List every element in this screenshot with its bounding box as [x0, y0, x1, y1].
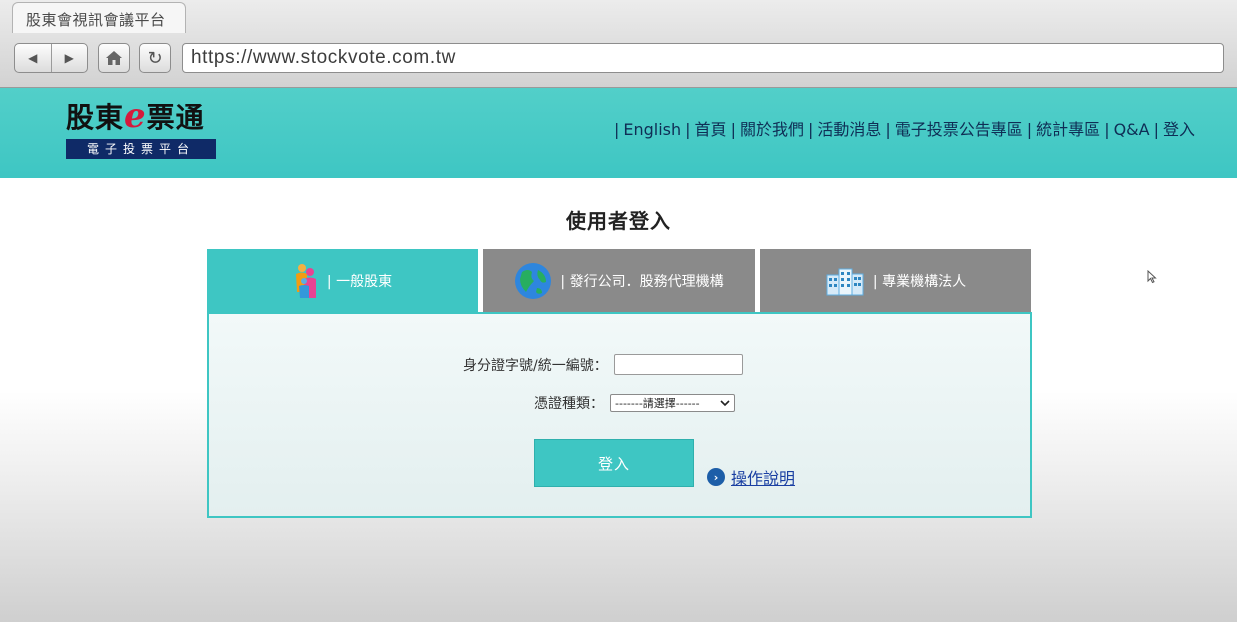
logo-text-1: 股東 [66, 101, 125, 134]
id-field-label: 身分證字號/統一編號： [463, 357, 608, 374]
browser-chrome: 股東會視訊會議平台 ◀ ▶ ↻ https://www.stockvote.co… [0, 0, 1237, 88]
tab-institutional-label: | 專業機構法人 [872, 273, 967, 290]
buildings-icon [825, 265, 865, 297]
home-icon [106, 51, 122, 65]
logo-wordmark: 股東e票通 [66, 99, 218, 134]
browser-tab-title: 股東會視訊會議平台 [26, 11, 166, 29]
login-form-panel: 身分證字號/統一編號： 憑證種類： -------請選擇------ 登入 › … [207, 312, 1032, 518]
forward-arrow-icon: ▶ [64, 51, 74, 65]
id-number-input[interactable] [613, 354, 743, 375]
nav-login[interactable]: 登入 [1163, 120, 1195, 139]
tab-issuer-agent[interactable]: | 發行公司．股務代理機構 [483, 249, 755, 312]
back-forward-group: ◀ ▶ [14, 43, 88, 73]
tab-institutional[interactable]: | 專業機構法人 [760, 249, 1031, 312]
nav-separator: | [685, 120, 691, 139]
cert-type-select[interactable]: -------請選擇------ [610, 394, 735, 412]
tab-general-label: | 一般股東 [326, 273, 393, 290]
tab-issuer-label: | 發行公司．股務代理機構 [560, 273, 724, 290]
back-button[interactable]: ◀ [15, 44, 51, 72]
nav-qa[interactable]: Q&A [1114, 120, 1150, 139]
cert-type-row: 憑證種類： -------請選擇------ [534, 393, 735, 413]
login-button[interactable]: 登入 [534, 439, 694, 487]
nav-news[interactable]: 活動消息 [817, 120, 881, 139]
reload-button[interactable]: ↻ [139, 43, 171, 73]
logo-text-2: 票通 [146, 101, 205, 134]
nav-separator: | [1153, 120, 1159, 139]
logo-subtitle: 電子投票平台 [66, 139, 216, 159]
nav-separator: | [1026, 120, 1033, 139]
site-logo[interactable]: 股東e票通 電子投票平台 [66, 99, 218, 160]
nav-home[interactable]: 首頁 [695, 120, 727, 139]
nav-separator: | [1104, 120, 1110, 139]
browser-tab[interactable]: 股東會視訊會議平台 [12, 2, 186, 33]
page-title: 使用者登入 [566, 209, 671, 233]
people-icon [293, 262, 319, 300]
nav-separator: | [613, 120, 620, 139]
cert-type-label: 憑證種類： [534, 396, 604, 412]
nav-separator: | [730, 120, 736, 139]
nav-english[interactable]: English [623, 120, 681, 139]
url-text: https://www.stockvote.com.tw [191, 47, 456, 68]
nav-separator: | [885, 120, 891, 139]
reload-icon: ↻ [147, 47, 163, 69]
nav-about[interactable]: 關於我們 [740, 120, 804, 139]
nav-statistics[interactable]: 統計專區 [1036, 120, 1100, 139]
logo-e: e [124, 96, 147, 136]
chevron-down-icon [720, 400, 730, 407]
tab-general-shareholder[interactable]: | 一般股東 [207, 249, 478, 312]
chevron-right-circle-icon: › [707, 468, 725, 486]
nav-announcements[interactable]: 電子投票公告專區 [895, 120, 1023, 139]
site-nav: | English | 首頁 | 關於我們 | 活動消息 | 電子投票公告專區 | 統計專區 | Q&A |… [610, 116, 1195, 140]
help-link[interactable]: 操作說明 [731, 465, 795, 489]
address-bar[interactable]: https://www.stockvote.com.tw [182, 43, 1224, 73]
nav-separator: | [807, 120, 814, 139]
cert-type-selected: -------請選擇------ [615, 397, 700, 410]
help-link-group: › 操作說明 [707, 465, 795, 489]
globe-icon [514, 262, 552, 300]
back-arrow-icon: ◀ [28, 51, 38, 65]
mouse-pointer-icon [1147, 270, 1157, 284]
id-field-row: 身分證字號/統一編號： [463, 354, 743, 375]
forward-button[interactable]: ▶ [51, 44, 87, 72]
home-button[interactable] [98, 43, 130, 73]
